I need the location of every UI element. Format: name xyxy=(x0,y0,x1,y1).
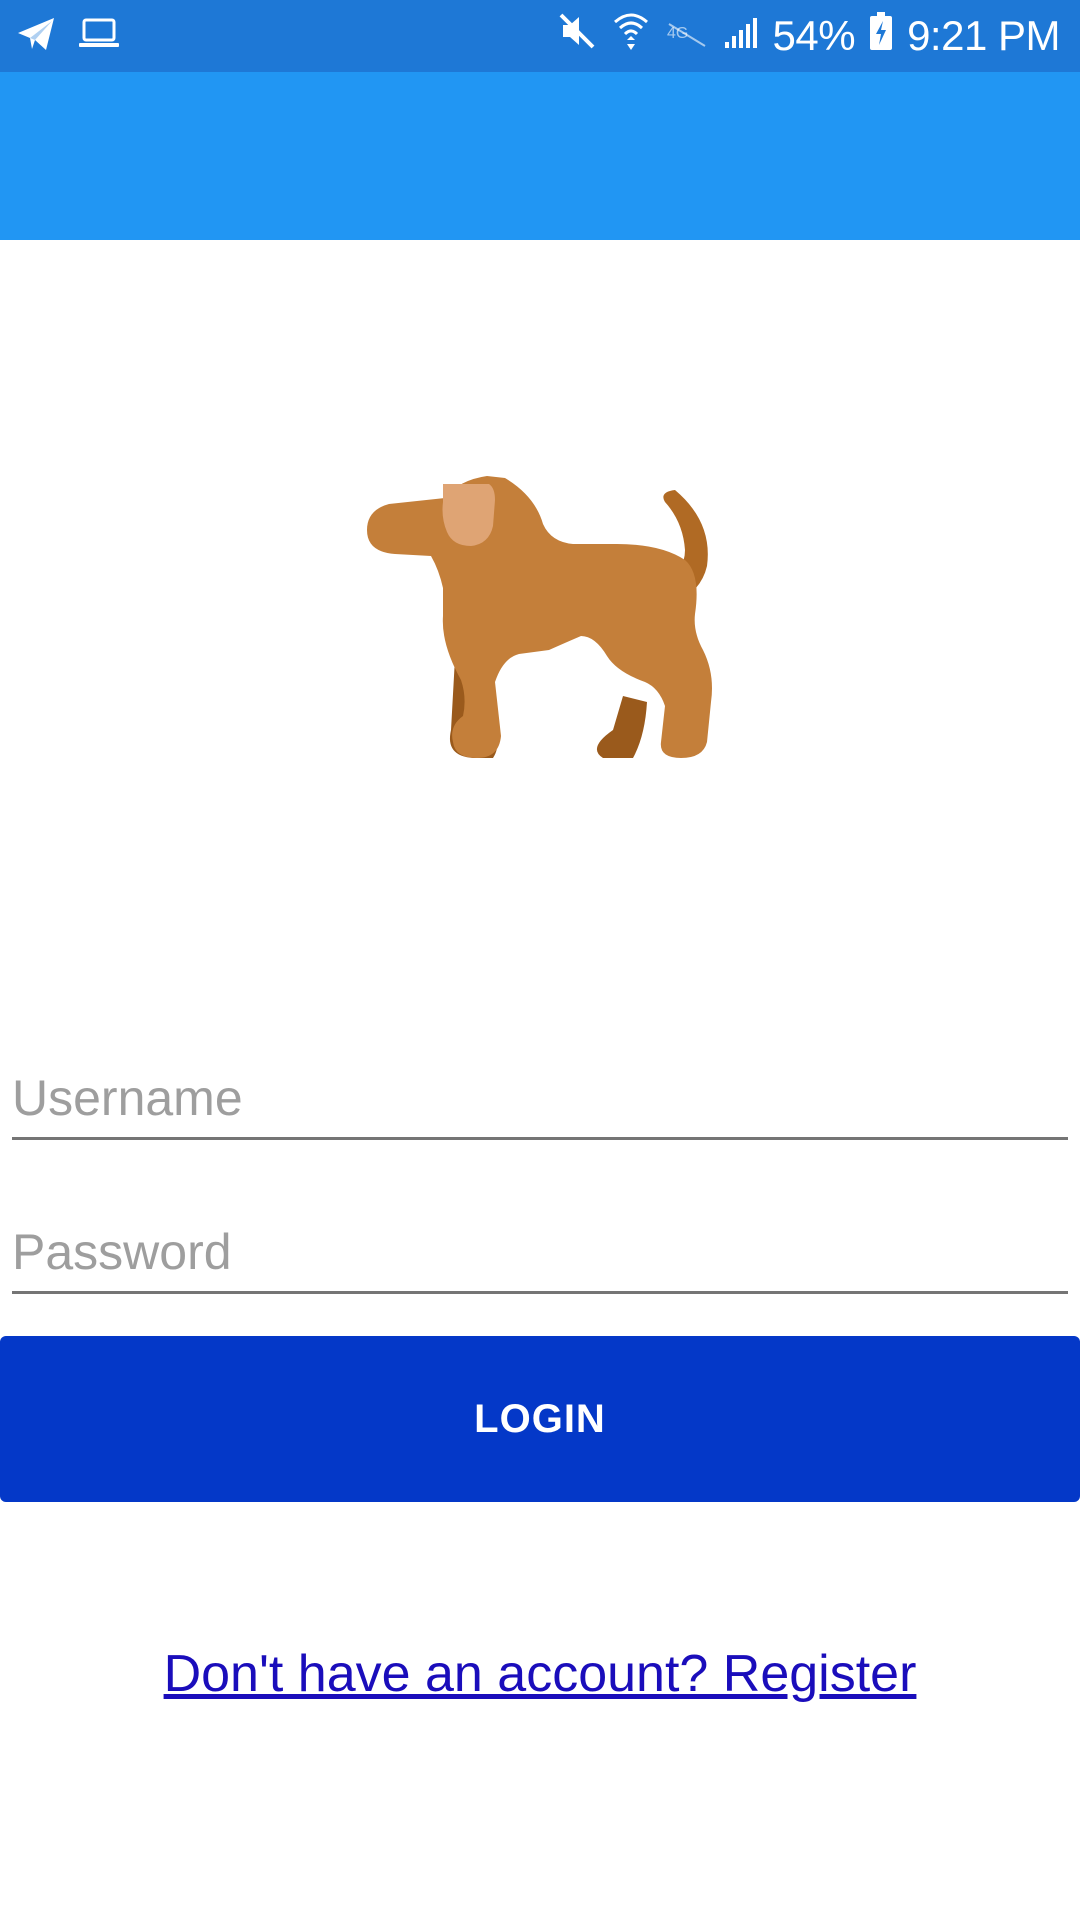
clock: 9:21 PM xyxy=(907,12,1060,59)
dog-logo xyxy=(355,440,725,800)
battery-percent: 54% xyxy=(772,12,856,59)
username-input[interactable] xyxy=(12,1058,1068,1140)
battery-charging-icon xyxy=(869,11,893,61)
login-button[interactable]: LOGIN xyxy=(0,1336,1080,1502)
mute-icon xyxy=(557,11,597,61)
telegram-icon xyxy=(16,16,56,57)
status-bar-right: 4G 54% 9:21 PM xyxy=(557,10,1060,62)
wifi-icon xyxy=(611,10,651,62)
status-bar-left xyxy=(16,16,120,57)
password-input[interactable] xyxy=(12,1212,1068,1294)
signal-icon xyxy=(723,12,759,60)
lte-icon: 4G xyxy=(665,12,709,60)
status-bar: 4G 54% 9:21 PM xyxy=(0,0,1080,72)
register-link[interactable]: Don't have an account? Register xyxy=(0,1644,1080,1704)
dog-icon xyxy=(367,476,712,758)
app-bar xyxy=(0,72,1080,240)
laptop-icon xyxy=(78,17,120,56)
